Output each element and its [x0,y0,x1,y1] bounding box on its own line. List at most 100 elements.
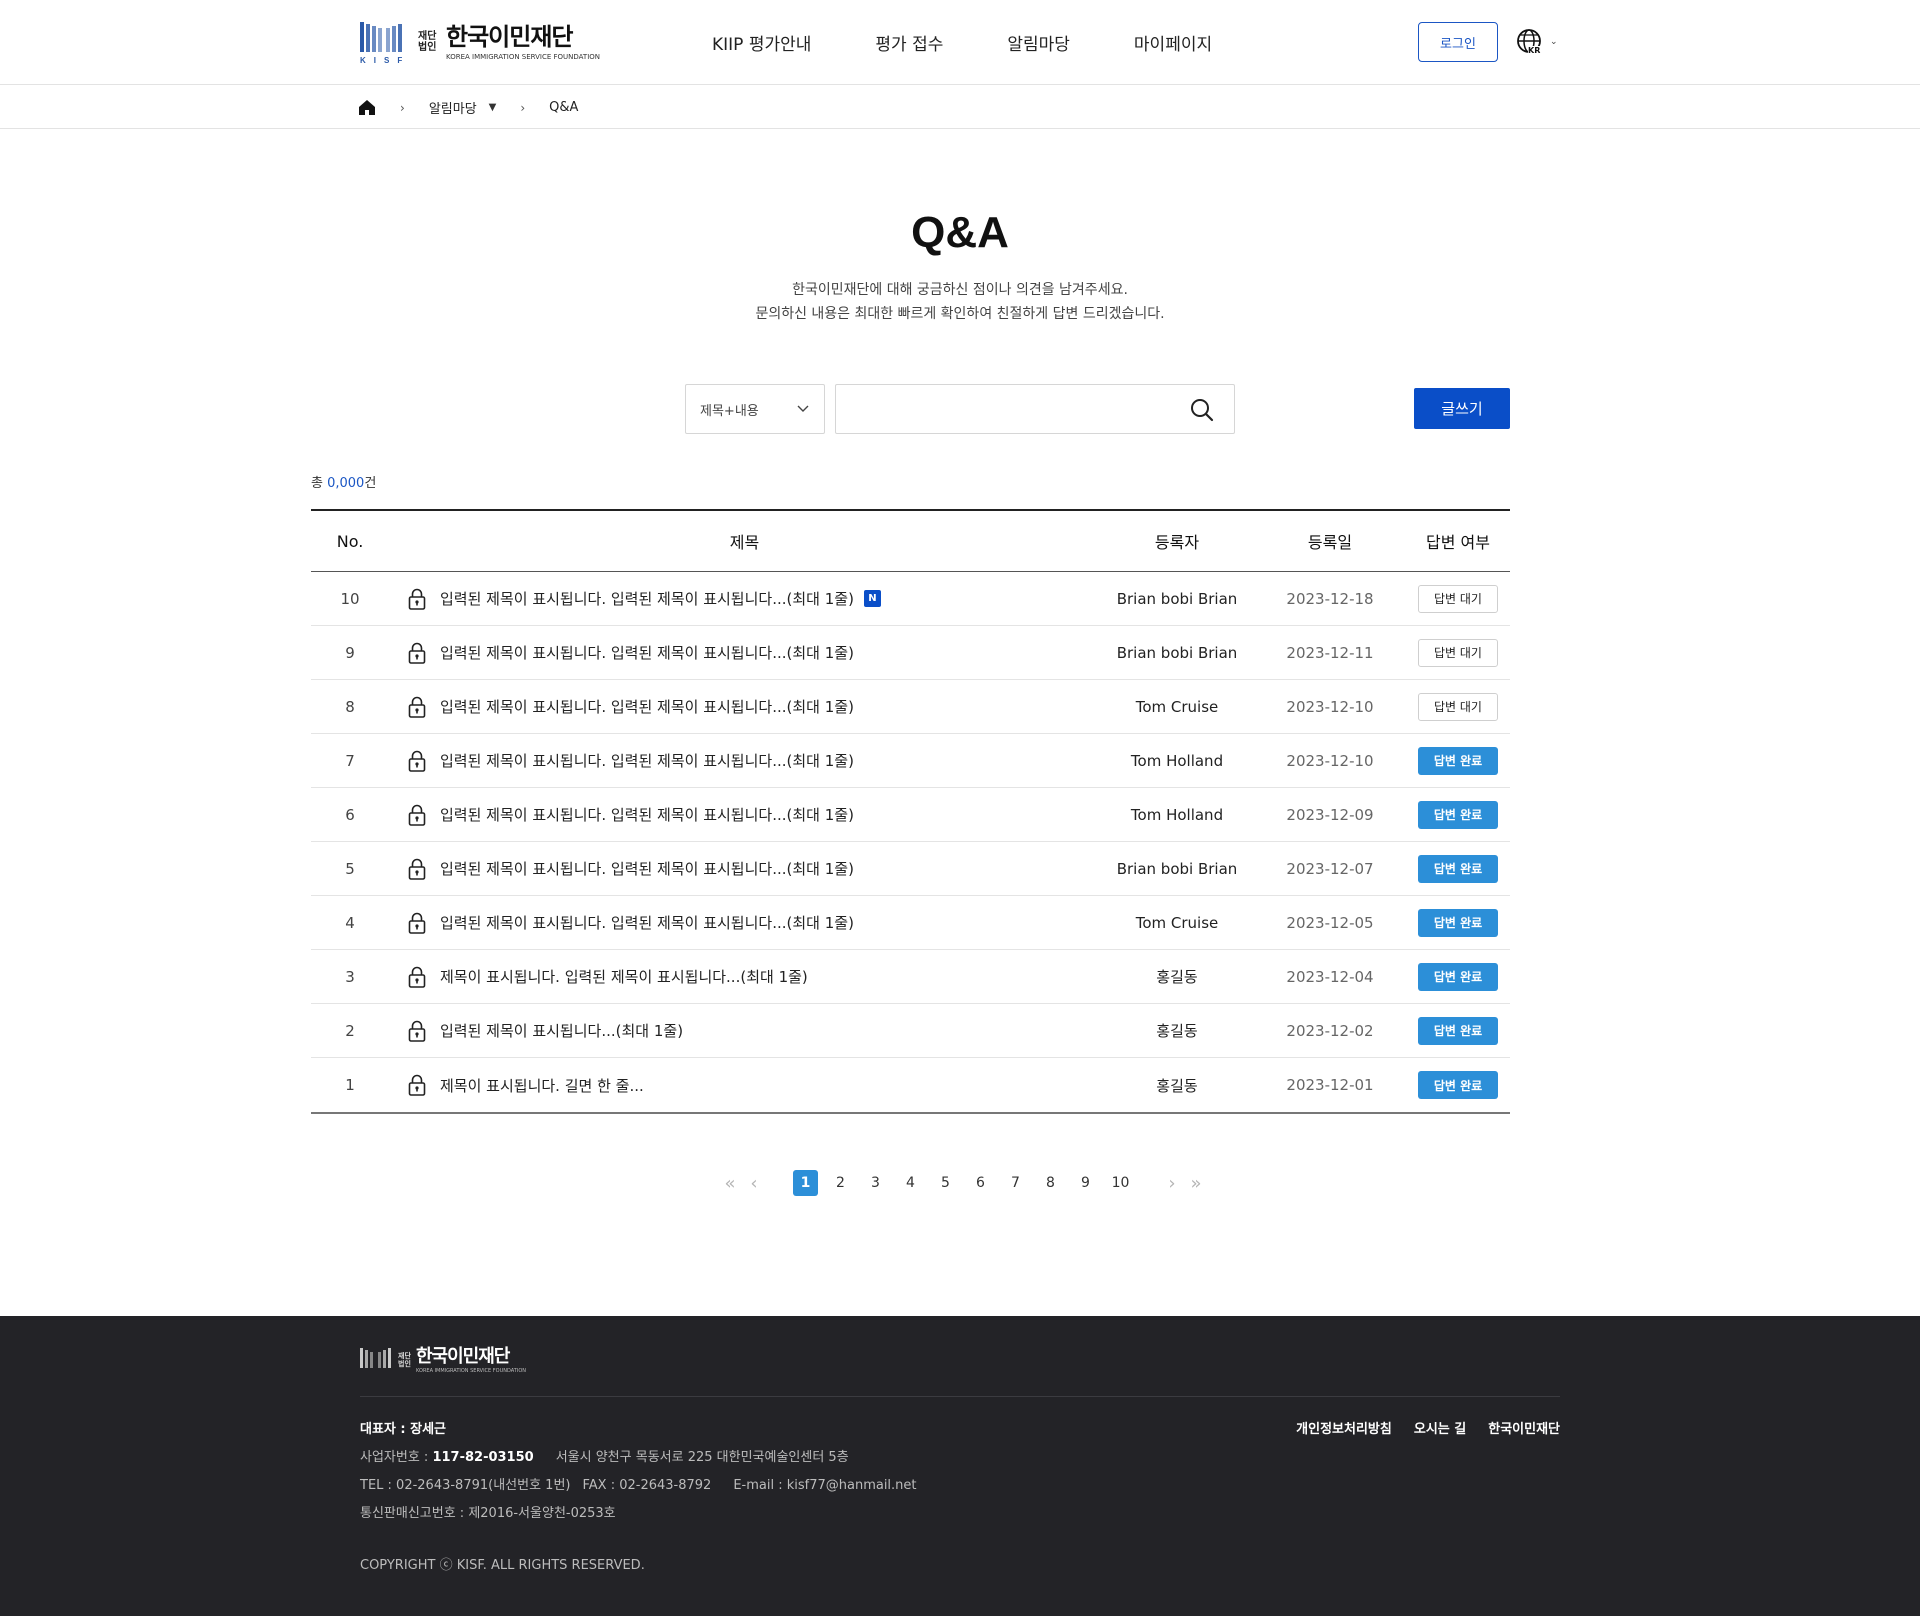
footer-link-foundation[interactable]: 한국이민재단 [1488,1416,1560,1444]
caret-down-icon[interactable]: ▼ [489,102,497,113]
row-no: 7 [345,751,355,770]
total-count: 총 0,000건 [311,472,376,491]
row-author: 홍길동 [1156,1076,1198,1095]
page-number[interactable]: 2 [823,1170,858,1196]
row-date: 2023-12-04 [1286,967,1374,986]
site-logo[interactable]: KISF 재단법인 한국이민재단 KOREA IMMIGRATION SERVI… [360,20,601,65]
table-row[interactable]: 8 입력된 제목이 표시됩니다. 입력된 제목이 표시됩니다...(최대 1줄) T… [311,680,1510,734]
chevron-down-icon: ⌄ [1550,37,1558,47]
language-code: KR [1528,46,1541,55]
lock-icon [408,642,426,664]
page-number[interactable]: 7 [998,1170,1033,1196]
first-page-icon[interactable]: « [718,1173,742,1194]
table-row[interactable]: 5 입력된 제목이 표시됩니다. 입력된 제목이 표시됩니다...(최대 1줄) B… [311,842,1510,896]
login-button[interactable]: 로그인 [1418,22,1498,62]
nav-kiip-guide[interactable]: KIIP 평가안내 [712,30,811,55]
row-title[interactable]: 입력된 제목이 표시됩니다. 입력된 제목이 표시됩니다...(최대 1줄) [440,750,854,771]
row-title[interactable]: 입력된 제목이 표시됩니다...(최대 1줄) [440,1020,683,1041]
search-type-value: 제목+내용 [700,403,759,419]
page-number[interactable]: 9 [1068,1170,1103,1196]
table-row[interactable]: 3 제목이 표시됩니다. 입력된 제목이 표시됩니다...(최대 1줄) 홍길동 20… [311,950,1510,1004]
page-description-line: 문의하신 내용은 최대한 빠르게 확인하여 친절하게 답변 드리겠습니다. [755,306,1165,322]
row-no: 10 [340,589,360,608]
lock-icon [408,750,426,772]
table-row[interactable]: 6 입력된 제목이 표시됩니다. 입력된 제목이 표시됩니다...(최대 1줄) T… [311,788,1510,842]
row-status-cell: 답변 대기 [1406,584,1510,613]
row-title[interactable]: 제목이 표시됩니다. 길면 한 줄... [440,1075,644,1096]
row-title[interactable]: 입력된 제목이 표시됩니다. 입력된 제목이 표시됩니다...(최대 1줄) [440,858,854,879]
footer-link-privacy[interactable]: 개인정보처리방침 [1296,1416,1392,1444]
site-header: KISF 재단법인 한국이민재단 KOREA IMMIGRATION SERVI… [0,0,1920,85]
status-badge: 답변 완료 [1418,962,1498,991]
qna-table: No. 제목 등록자 등록일 답변 여부 10 입력된 제목이 표시됩니다. 입력… [311,509,1510,1114]
table-body: 10 입력된 제목이 표시됩니다. 입력된 제목이 표시됩니다...(최대 1줄)… [311,572,1510,1112]
row-no: 6 [345,805,355,824]
row-author: 홍길동 [1156,968,1198,986]
nav-evaluation-apply[interactable]: 평가 접수 [875,30,943,55]
row-no: 5 [345,859,355,878]
breadcrumb: › 알림마당 ▼ › Q&A [0,86,1920,129]
row-title[interactable]: 입력된 제목이 표시됩니다. 입력된 제목이 표시됩니다...(최대 1줄) [440,588,854,609]
table-row[interactable]: 1 제목이 표시됩니다. 길면 한 줄... 홍길동 2023-12-01 답변 완료 [311,1058,1510,1112]
search-type-select[interactable]: 제목+내용 [685,384,825,434]
footer-link-directions[interactable]: 오시는 길 [1414,1416,1466,1444]
row-author: Tom Cruise [1135,913,1219,932]
home-icon[interactable] [358,99,376,116]
breadcrumb-section[interactable]: 알림마당 [429,98,477,117]
row-status-cell: 답변 완료 [1406,854,1510,883]
logo-mark-text: KISF [360,56,411,65]
lock-icon [408,912,426,934]
nav-notice[interactable]: 알림마당 [1007,30,1070,55]
footer-logo[interactable]: 재단법인 한국이민재단 KOREA IMMIGRATION SERVICE FO… [360,1346,526,1374]
footer-ceo: 장세근 [410,1422,447,1437]
row-date: 2023-12-07 [1286,859,1374,878]
row-no: 2 [345,1021,355,1040]
row-date: 2023-12-18 [1286,589,1374,608]
page-number[interactable]: 5 [928,1170,963,1196]
row-status-cell: 답변 완료 [1406,1071,1510,1099]
row-title[interactable]: 입력된 제목이 표시됩니다. 입력된 제목이 표시됩니다...(최대 1줄) [440,642,854,663]
page-number[interactable]: 3 [858,1170,893,1196]
row-no: 9 [345,643,355,662]
row-title[interactable]: 입력된 제목이 표시됩니다. 입력된 제목이 표시됩니다...(최대 1줄) [440,696,854,717]
footer-logo-foundation-label: 재단법인 [398,1352,411,1368]
footer-ceo-label: 대표자 : [360,1422,411,1437]
page-number[interactable]: 10 [1103,1170,1138,1196]
table-row[interactable]: 4 입력된 제목이 표시됩니다. 입력된 제목이 표시됩니다...(최대 1줄) T… [311,896,1510,950]
chevron-right-icon: › [400,100,405,115]
row-title[interactable]: 제목이 표시됩니다. 입력된 제목이 표시됩니다...(최대 1줄) [440,966,808,987]
row-status-cell: 답변 완료 [1406,1016,1510,1045]
row-title-cell: 제목이 표시됩니다. 입력된 제목이 표시됩니다...(최대 1줄) [389,966,1100,988]
page-number[interactable]: 1 [793,1170,818,1196]
pagination: « ‹ 1 2 3 4 5 6 7 8 9 10 › » [718,1170,1208,1196]
next-page-icon[interactable]: › [1160,1173,1184,1194]
write-button[interactable]: 글쓰기 [1414,388,1510,429]
lock-icon [408,1020,426,1042]
footer-info: 대표자 : 장세근 사업자번호 : 117-82-03150 서울시 양천구 목동… [360,1416,917,1528]
search-input[interactable] [836,385,1176,433]
status-badge: 답변 완료 [1418,1071,1498,1099]
row-title[interactable]: 입력된 제목이 표시됩니다. 입력된 제목이 표시됩니다...(최대 1줄) [440,912,854,933]
footer-copyright: COPYRIGHT ⓒ KISF. ALL RIGHTS RESERVED. [360,1558,645,1573]
table-row[interactable]: 9 입력된 제목이 표시됩니다. 입력된 제목이 표시됩니다...(최대 1줄) B… [311,626,1510,680]
page-number[interactable]: 4 [893,1170,928,1196]
table-row[interactable]: 2 입력된 제목이 표시됩니다...(최대 1줄) 홍길동 2023-12-02 답변 … [311,1004,1510,1058]
row-title[interactable]: 입력된 제목이 표시됩니다. 입력된 제목이 표시됩니다...(최대 1줄) [440,804,854,825]
footer-mail-order: 통신판매신고번호 : 제2016-서울양천-0253호 [360,1506,616,1521]
search-icon[interactable] [1190,398,1214,422]
page-number[interactable]: 6 [963,1170,998,1196]
last-page-icon[interactable]: » [1184,1173,1208,1194]
logo-name: 한국이민재단 [446,22,573,51]
page-number[interactable]: 8 [1033,1170,1068,1196]
logo-subtitle: KOREA IMMIGRATION SERVICE FOUNDATION [446,52,601,61]
table-row[interactable]: 7 입력된 제목이 표시됩니다. 입력된 제목이 표시됩니다...(최대 1줄) T… [311,734,1510,788]
lock-icon [408,804,426,826]
lock-icon [408,858,426,880]
status-badge: 답변 완료 [1418,1016,1498,1045]
row-author: Tom Holland [1130,751,1224,770]
table-row[interactable]: 10 입력된 제목이 표시됩니다. 입력된 제목이 표시됩니다...(최대 1줄)… [311,572,1510,626]
nav-mypage[interactable]: 마이페이지 [1134,30,1212,55]
status-badge: 답변 대기 [1418,584,1498,613]
language-selector[interactable]: KR ⌄ [1516,28,1558,56]
prev-page-icon[interactable]: ‹ [742,1173,766,1194]
